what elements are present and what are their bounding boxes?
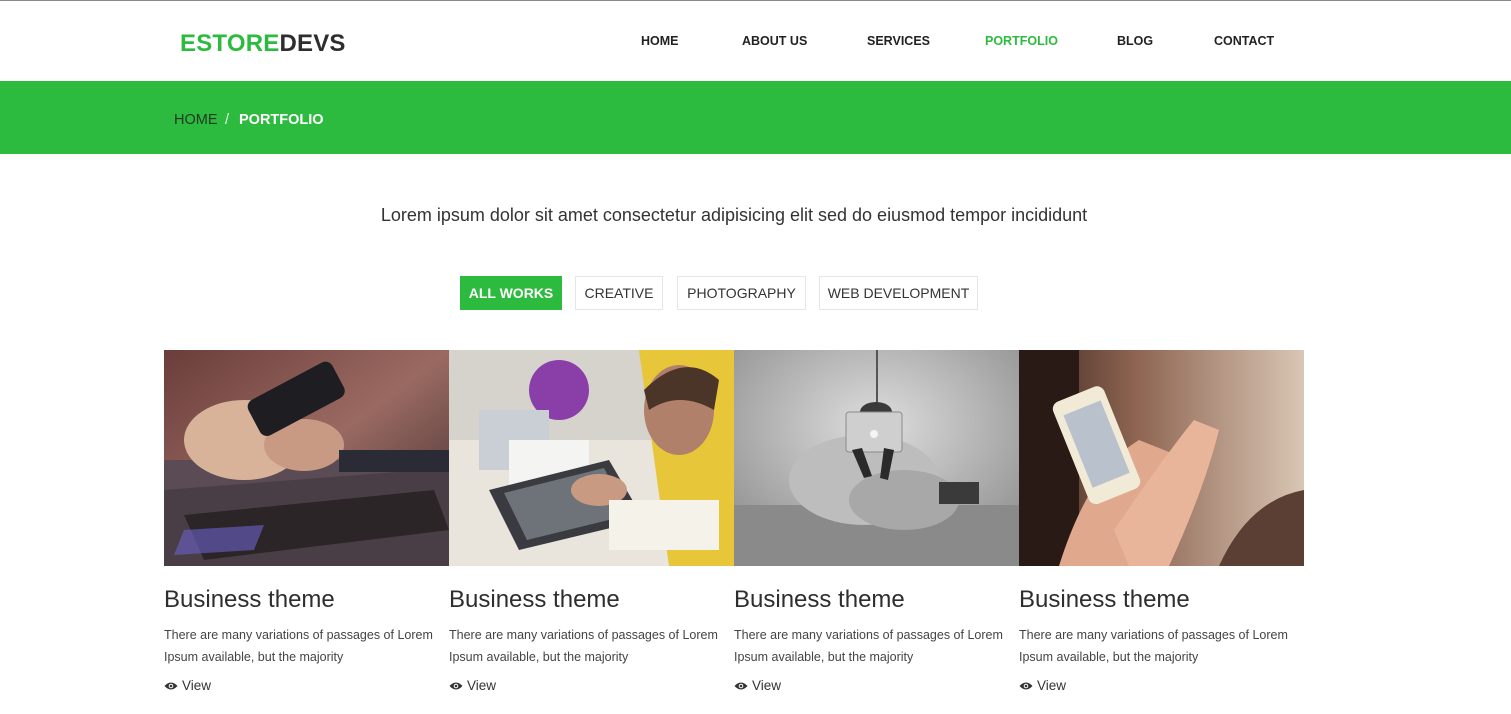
card-text: There are many variations of passages of… bbox=[164, 628, 433, 664]
portfolio-card: Business theme There are many variations… bbox=[734, 350, 1019, 695]
filter-creative[interactable]: CREATIVE bbox=[575, 276, 663, 310]
portfolio-card: Business theme There are many variations… bbox=[164, 350, 449, 695]
nav-contact[interactable]: CONTACT bbox=[1214, 33, 1274, 49]
view-link[interactable]: View bbox=[164, 677, 449, 695]
eye-icon bbox=[734, 682, 748, 690]
nav-blog[interactable]: BLOG bbox=[1117, 33, 1153, 49]
card-title[interactable]: Business theme bbox=[734, 586, 1019, 614]
view-label: View bbox=[752, 678, 782, 693]
nav-about-us[interactable]: ABOUT US bbox=[742, 33, 807, 49]
card-image[interactable] bbox=[734, 350, 1019, 566]
view-label: View bbox=[182, 678, 212, 693]
view-label: View bbox=[467, 678, 497, 693]
breadcrumb-separator: / bbox=[225, 112, 230, 128]
logo-part-1: ESTORE bbox=[180, 30, 280, 57]
eye-icon bbox=[1019, 682, 1033, 690]
intro-text: Lorem ipsum dolor sit amet consectetur a… bbox=[380, 205, 1088, 225]
view-label: View bbox=[1037, 678, 1067, 693]
view-link[interactable]: View bbox=[734, 677, 1019, 695]
card-title[interactable]: Business theme bbox=[164, 586, 449, 614]
card-text: There are many variations of passages of… bbox=[734, 628, 1003, 664]
view-link[interactable]: View bbox=[449, 677, 734, 695]
card-image[interactable] bbox=[449, 350, 734, 566]
nav-portfolio[interactable]: PORTFOLIO bbox=[985, 33, 1058, 49]
logo[interactable]: ESTOREDEVS bbox=[180, 29, 346, 59]
card-image[interactable] bbox=[164, 350, 449, 566]
view-link[interactable]: View bbox=[1019, 677, 1304, 695]
breadcrumb-banner: HOME / PORTFOLIO bbox=[0, 81, 1511, 154]
breadcrumb-current: PORTFOLIO bbox=[239, 112, 324, 128]
eye-icon bbox=[164, 682, 178, 690]
nav-services[interactable]: SERVICES bbox=[867, 33, 930, 49]
card-title[interactable]: Business theme bbox=[1019, 586, 1304, 614]
site-header: ESTOREDEVS HOME ABOUT US SERVICES PORTFO… bbox=[0, 1, 1511, 81]
card-title[interactable]: Business theme bbox=[449, 586, 734, 614]
portfolio-card: Business theme There are many variations… bbox=[449, 350, 734, 695]
card-image[interactable] bbox=[1019, 350, 1304, 566]
card-text: There are many variations of passages of… bbox=[1019, 628, 1288, 664]
card-text: There are many variations of passages of… bbox=[449, 628, 718, 664]
portfolio-card: Business theme There are many variations… bbox=[1019, 350, 1304, 695]
filter-photography[interactable]: PHOTOGRAPHY bbox=[677, 276, 806, 310]
filter-web-development[interactable]: WEB DEVELOPMENT bbox=[819, 276, 978, 310]
logo-part-2: DEVS bbox=[279, 30, 346, 57]
eye-icon bbox=[449, 682, 463, 690]
nav-home[interactable]: HOME bbox=[641, 33, 679, 49]
filter-all-works[interactable]: ALL WORKS bbox=[460, 276, 562, 310]
breadcrumb-home[interactable]: HOME bbox=[174, 111, 218, 129]
